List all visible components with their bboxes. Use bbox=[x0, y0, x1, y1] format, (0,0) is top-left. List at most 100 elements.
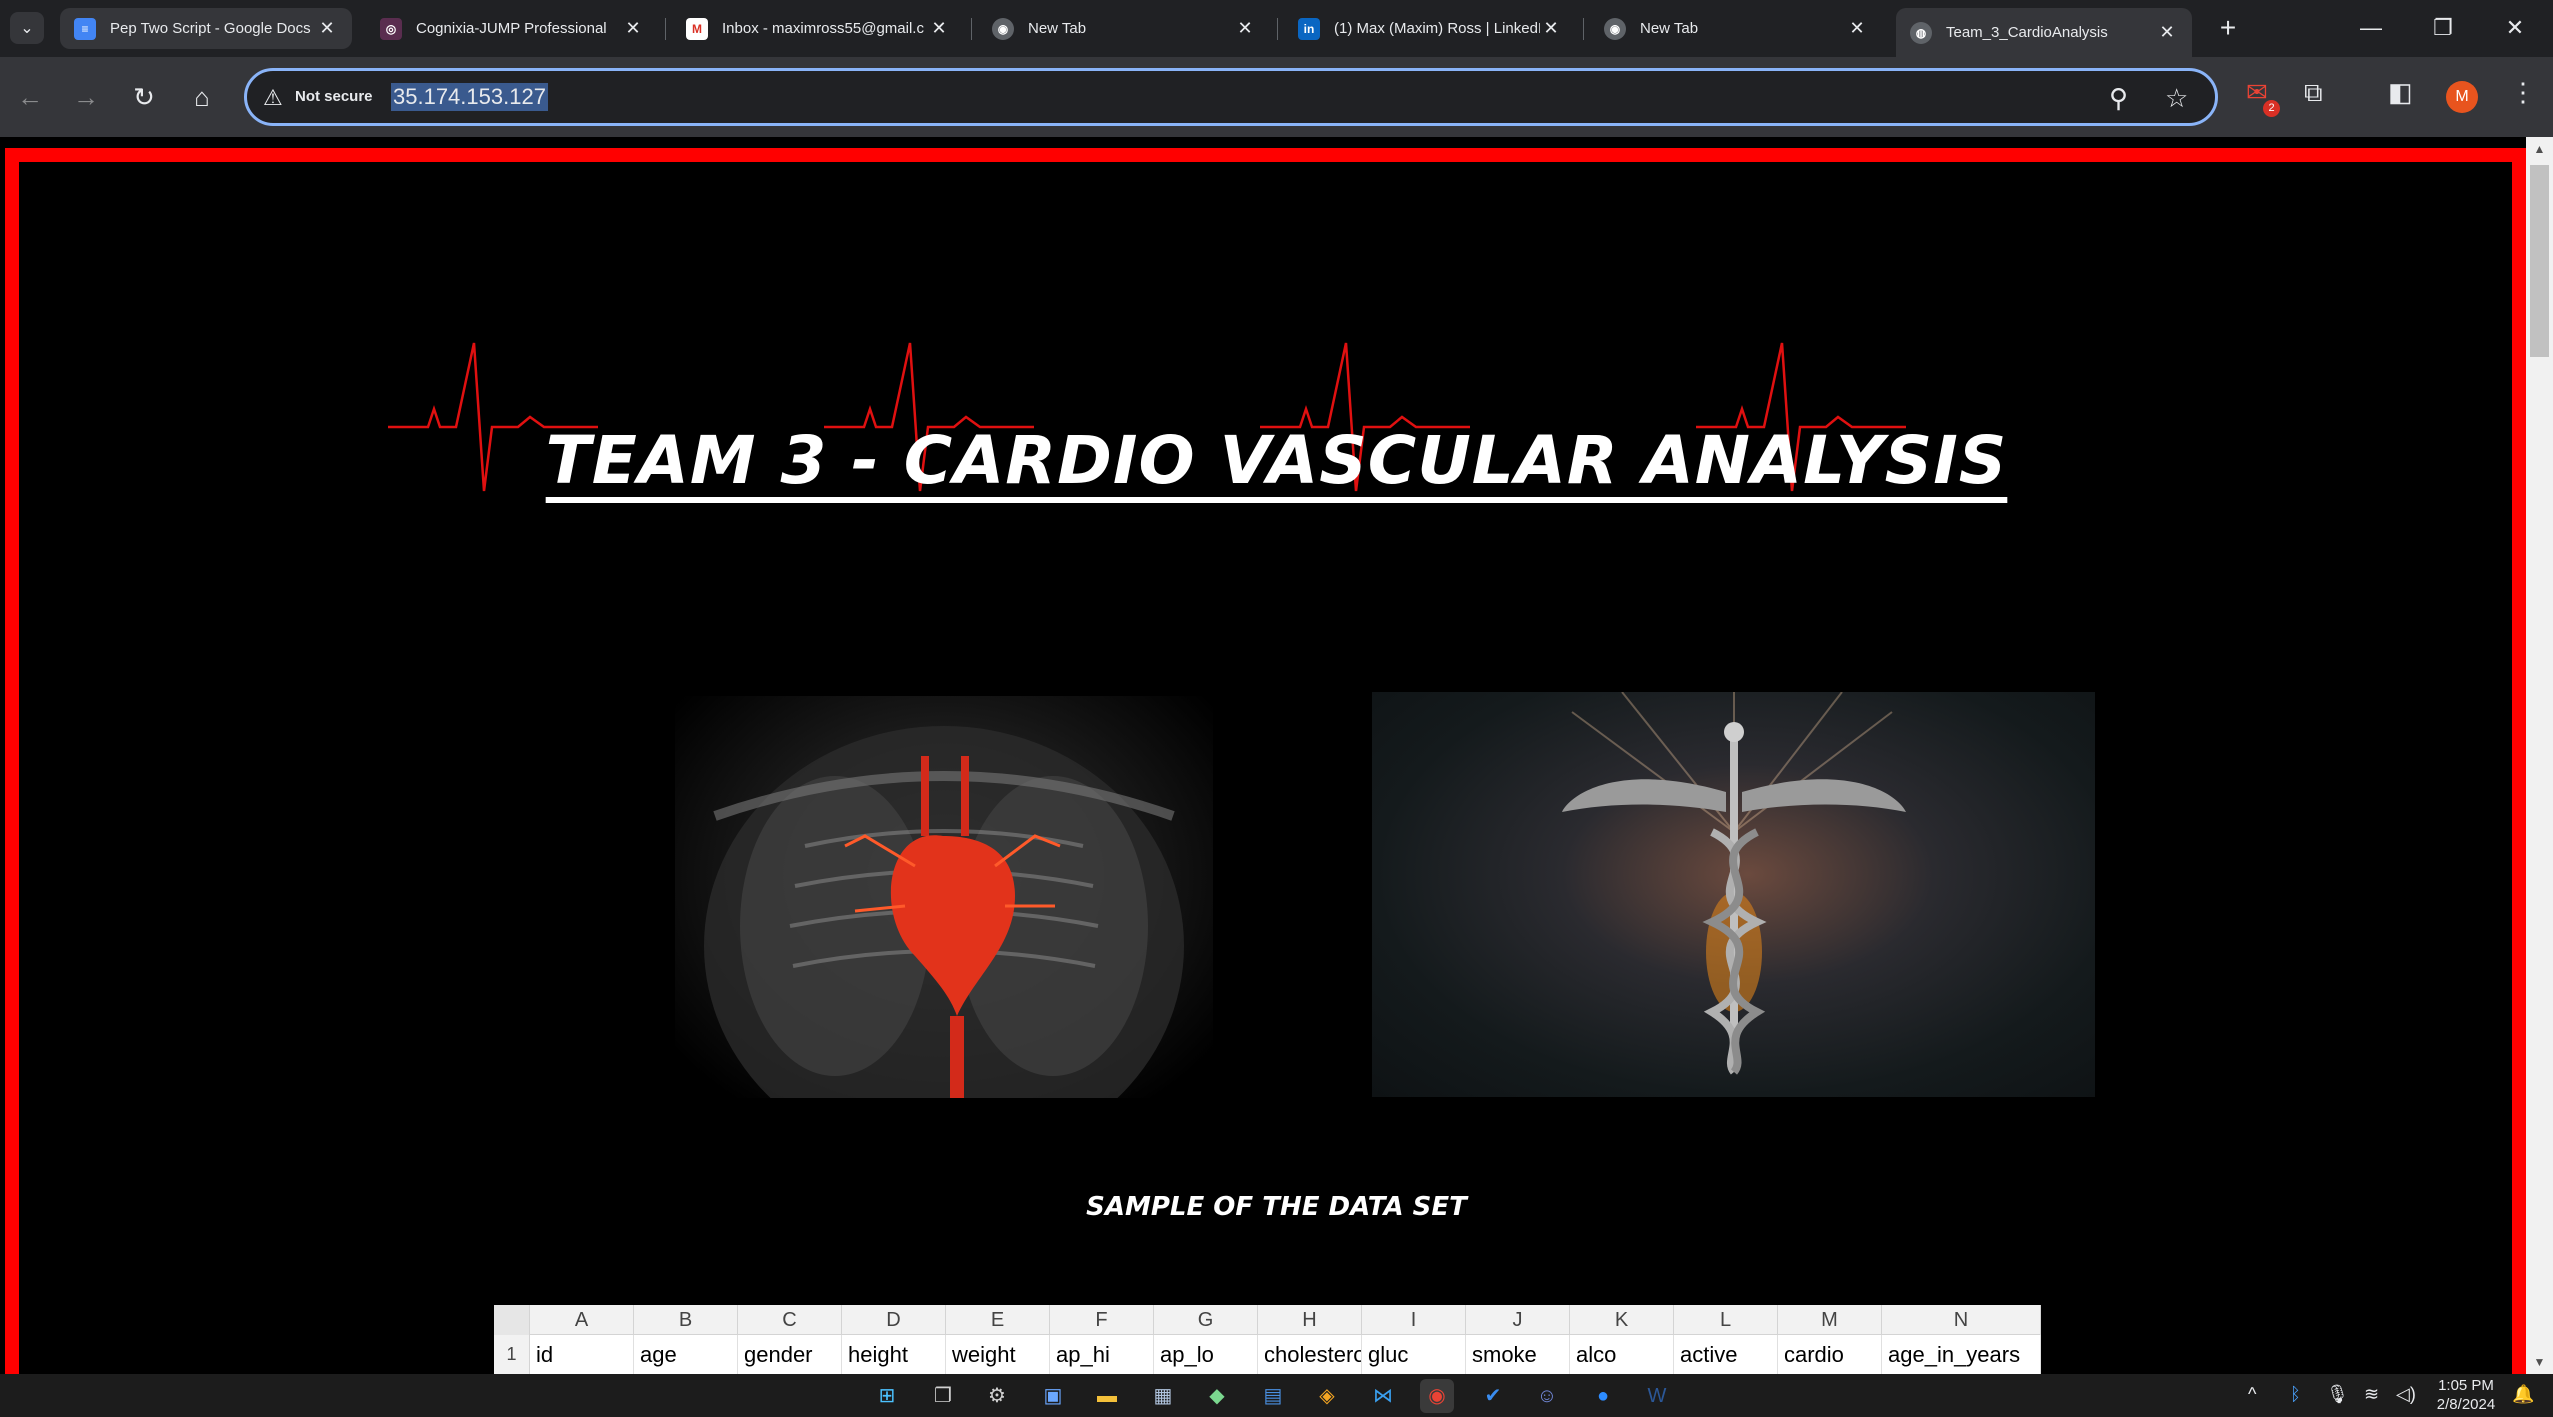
zoom-icon[interactable]: ● bbox=[1586, 1379, 1620, 1413]
table-cell: smoke bbox=[1466, 1335, 1570, 1374]
google-docs-icon: ≡ bbox=[74, 17, 96, 40]
column-letter: D bbox=[842, 1305, 946, 1335]
scroll-down-arrow-icon[interactable]: ▼ bbox=[2526, 1350, 2553, 1374]
back-button[interactable]: ← bbox=[8, 75, 52, 119]
scroll-up-arrow-icon[interactable]: ▲ bbox=[2526, 137, 2553, 161]
tab-linkedin[interactable]: in (1) Max (Maxim) Ross | LinkedI ✕ bbox=[1284, 8, 1576, 49]
page-title: TEAM 3 - CARDIO VASCULAR ANALYSIS bbox=[545, 422, 2008, 499]
windows-taskbar: ⊞ ❐ ⚙ ▣ ▬ ▦ ◆ ▤ ◈ ⋈ ◉ ✔ ☺ ● W ^ ᛒ 🎙 ≋ ◁)… bbox=[0, 1374, 2553, 1417]
table-cell: active bbox=[1674, 1335, 1778, 1374]
tab-separator bbox=[665, 18, 666, 40]
tab-title: Pep Two Script - Google Docs bbox=[110, 20, 311, 37]
table-cell: alco bbox=[1570, 1335, 1674, 1374]
table-cell: gluc bbox=[1362, 1335, 1466, 1374]
calculator-icon[interactable]: ▦ bbox=[1146, 1379, 1180, 1413]
close-icon[interactable]: ✕ bbox=[1846, 18, 1868, 39]
volume-icon[interactable]: ◁) bbox=[2396, 1384, 2416, 1405]
column-letter: C bbox=[738, 1305, 842, 1335]
cognixia-icon: ◎ bbox=[380, 17, 402, 40]
tab-google-docs[interactable]: ≡ Pep Two Script - Google Docs ✕ bbox=[60, 8, 352, 49]
table-cell: gender bbox=[738, 1335, 842, 1374]
tab-title: Cognixia-JUMP Professional bbox=[416, 20, 607, 37]
tab-new-tab-1[interactable]: ◉ New Tab ✕ bbox=[978, 8, 1270, 49]
package-icon[interactable]: ◈ bbox=[1310, 1379, 1344, 1413]
column-letter: J bbox=[1466, 1305, 1570, 1335]
git-icon[interactable]: ◆ bbox=[1200, 1379, 1234, 1413]
page-viewport: TEAM 3 - CARDIO VASCULAR ANALYSIS SAMPLE… bbox=[0, 137, 2553, 1374]
column-letter: N bbox=[1882, 1305, 2041, 1335]
forward-button[interactable]: → bbox=[64, 75, 108, 119]
chrome-taskbar-icon[interactable]: ◉ bbox=[1420, 1379, 1454, 1413]
column-letter: E bbox=[946, 1305, 1050, 1335]
heart-anatomy-image bbox=[675, 696, 1213, 1098]
table-cell: ap_lo bbox=[1154, 1335, 1258, 1374]
discord-icon[interactable]: ☺ bbox=[1530, 1379, 1564, 1413]
taskbar-clock[interactable]: 1:05 PM 2/8/2024 bbox=[2426, 1376, 2506, 1414]
table-cell: cardio bbox=[1778, 1335, 1882, 1374]
tab-team3-cardio[interactable]: ◍ Team_3_CardioAnalysis ✕ bbox=[1896, 8, 2192, 57]
minimize-button[interactable]: — bbox=[2346, 10, 2396, 46]
file-explorer-icon[interactable]: ▬ bbox=[1090, 1379, 1124, 1413]
tab-gmail[interactable]: M Inbox - maximross55@gmail.c ✕ bbox=[672, 8, 964, 49]
row-number: 1 bbox=[494, 1335, 530, 1374]
close-icon[interactable]: ✕ bbox=[1540, 18, 1562, 39]
table-cell: weight bbox=[946, 1335, 1050, 1374]
tab-new-tab-2[interactable]: ◉ New Tab ✕ bbox=[1590, 8, 1882, 49]
task-view-icon[interactable]: ❐ bbox=[926, 1379, 960, 1413]
select-all-corner bbox=[494, 1305, 530, 1335]
new-tab-button[interactable]: + bbox=[2210, 10, 2246, 46]
dataset-sample-table: A B C D E F G H I J K L M N 1 id age gen… bbox=[494, 1305, 2041, 1374]
show-hidden-icons-chevron-icon[interactable]: ^ bbox=[2248, 1384, 2256, 1405]
gmail-icon: M bbox=[686, 17, 708, 40]
caduceus-image bbox=[1372, 692, 2095, 1097]
close-window-button[interactable]: ✕ bbox=[2490, 10, 2540, 46]
settings-gear-icon[interactable]: ⚙ bbox=[980, 1379, 1014, 1413]
url-text[interactable]: 35.174.153.127 bbox=[391, 83, 548, 111]
column-letter: I bbox=[1362, 1305, 1466, 1335]
home-button[interactable]: ⌂ bbox=[180, 75, 224, 119]
remote-desktop-icon[interactable]: ▣ bbox=[1036, 1379, 1070, 1413]
chrome-icon: ◉ bbox=[1604, 17, 1626, 40]
bluetooth-icon[interactable]: ᛒ bbox=[2290, 1384, 2301, 1405]
security-label[interactable]: Not secure bbox=[295, 88, 373, 105]
side-panel-icon[interactable]: ◧ bbox=[2388, 77, 2413, 108]
table-cell: age bbox=[634, 1335, 738, 1374]
close-icon[interactable]: ✕ bbox=[928, 18, 950, 39]
menu-kebab-icon[interactable]: ⋮ bbox=[2510, 77, 2536, 108]
column-letter: M bbox=[1778, 1305, 1882, 1335]
table-row: 1 id age gender height weight ap_hi ap_l… bbox=[494, 1335, 2041, 1374]
close-icon[interactable]: ✕ bbox=[316, 18, 338, 39]
close-icon[interactable]: ✕ bbox=[1234, 18, 1256, 39]
close-icon[interactable]: ✕ bbox=[2156, 22, 2178, 43]
address-bar[interactable]: ⚠ Not secure 35.174.153.127 ⚲ ☆ bbox=[244, 68, 2218, 126]
column-letter: B bbox=[634, 1305, 738, 1335]
clock-date: 2/8/2024 bbox=[2436, 1396, 2496, 1413]
word-icon[interactable]: W bbox=[1640, 1379, 1674, 1413]
scrollbar-thumb[interactable] bbox=[2530, 165, 2549, 357]
wifi-icon[interactable]: ≋ bbox=[2364, 1384, 2379, 1405]
windows-start-icon[interactable]: ⊞ bbox=[870, 1379, 904, 1413]
clock-time: 1:05 PM bbox=[2438, 1377, 2494, 1394]
tab-cognixia[interactable]: ◎ Cognixia-JUMP Professional ✕ bbox=[366, 8, 658, 49]
close-icon[interactable]: ✕ bbox=[622, 18, 644, 39]
table-cell: age_in_years bbox=[1882, 1335, 2041, 1374]
vertical-scrollbar[interactable]: ▲ ▼ bbox=[2526, 137, 2553, 1374]
table-cell: cholesterol bbox=[1258, 1335, 1362, 1374]
column-letter: L bbox=[1674, 1305, 1778, 1335]
microphone-icon[interactable]: 🎙 bbox=[2326, 1384, 2349, 1405]
zoom-icon[interactable]: ⚲ bbox=[2109, 83, 2128, 114]
vscode-icon[interactable]: ⋈ bbox=[1366, 1379, 1400, 1413]
notepad-icon[interactable]: ▤ bbox=[1256, 1379, 1290, 1413]
reload-button[interactable]: ↻ bbox=[122, 75, 166, 119]
tab-title: New Tab bbox=[1640, 20, 1699, 37]
table-cell: ap_hi bbox=[1050, 1335, 1154, 1374]
todo-checkmark-icon[interactable]: ✔ bbox=[1476, 1379, 1510, 1413]
profile-avatar[interactable]: M bbox=[2446, 81, 2478, 113]
bookmark-star-icon[interactable]: ☆ bbox=[2165, 83, 2188, 114]
extensions-puzzle-icon[interactable]: ⧉ bbox=[2304, 77, 2323, 109]
notifications-bell-icon[interactable]: 🔔 bbox=[2512, 1384, 2534, 1405]
tab-search-button[interactable]: ⌄ bbox=[10, 12, 44, 44]
tab-title: (1) Max (Maxim) Ross | LinkedI bbox=[1334, 20, 1540, 37]
restore-button[interactable]: ❐ bbox=[2418, 10, 2468, 46]
tab-separator bbox=[1583, 18, 1584, 40]
